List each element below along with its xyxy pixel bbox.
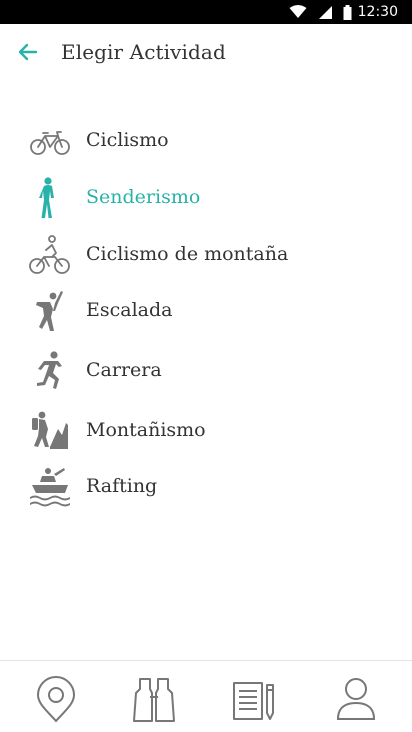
bottom-nav xyxy=(0,660,412,732)
nav-profile-button[interactable] xyxy=(326,669,386,725)
wifi-icon xyxy=(289,5,307,18)
activity-item-carrera[interactable]: Carrera xyxy=(0,345,412,397)
notes-icon xyxy=(233,682,274,720)
activity-label: Ciclismo de montaña xyxy=(86,243,289,265)
signal-icon xyxy=(318,6,332,19)
nav-notes-button[interactable] xyxy=(224,669,284,725)
activity-item-escalada[interactable]: Escalada xyxy=(0,285,412,337)
activity-label: Senderismo xyxy=(86,186,201,208)
back-button[interactable] xyxy=(14,38,42,66)
mountain-bike-icon xyxy=(29,235,70,274)
profile-icon xyxy=(336,678,376,720)
activity-item-senderismo[interactable]: Senderismo xyxy=(0,172,412,224)
activity-label: Carrera xyxy=(86,359,162,381)
nav-explore-button[interactable] xyxy=(122,669,182,725)
nav-map-button[interactable] xyxy=(26,669,86,725)
back-arrow-icon xyxy=(18,43,38,61)
rafting-icon xyxy=(30,468,70,507)
activity-item-ciclismo-de-montana[interactable]: Ciclismo de montaña xyxy=(0,229,412,281)
binoculars-icon xyxy=(133,678,175,722)
battery-icon xyxy=(343,5,352,20)
activity-item-montanismo[interactable]: Montañismo xyxy=(0,405,412,457)
page-title: Elegir Actividad xyxy=(61,40,226,64)
activity-label: Ciclismo xyxy=(86,129,169,151)
running-icon xyxy=(37,351,62,389)
status-time: 12:30 xyxy=(357,4,398,20)
activity-item-rafting[interactable]: Rafting xyxy=(0,461,412,513)
mountaineering-icon xyxy=(32,411,68,449)
status-icons xyxy=(283,5,352,21)
activity-label: Montañismo xyxy=(86,419,206,441)
activity-label: Rafting xyxy=(86,475,158,497)
activity-label: Escalada xyxy=(86,299,173,321)
map-pin-icon xyxy=(36,676,76,723)
climbing-icon xyxy=(36,291,63,331)
app-bar: Elegir Actividad xyxy=(0,24,412,80)
status-bar: 12:30 xyxy=(0,0,412,24)
hiking-icon xyxy=(39,177,54,218)
activity-item-ciclismo[interactable]: Ciclismo xyxy=(0,115,412,167)
bicycle-icon xyxy=(30,131,70,155)
